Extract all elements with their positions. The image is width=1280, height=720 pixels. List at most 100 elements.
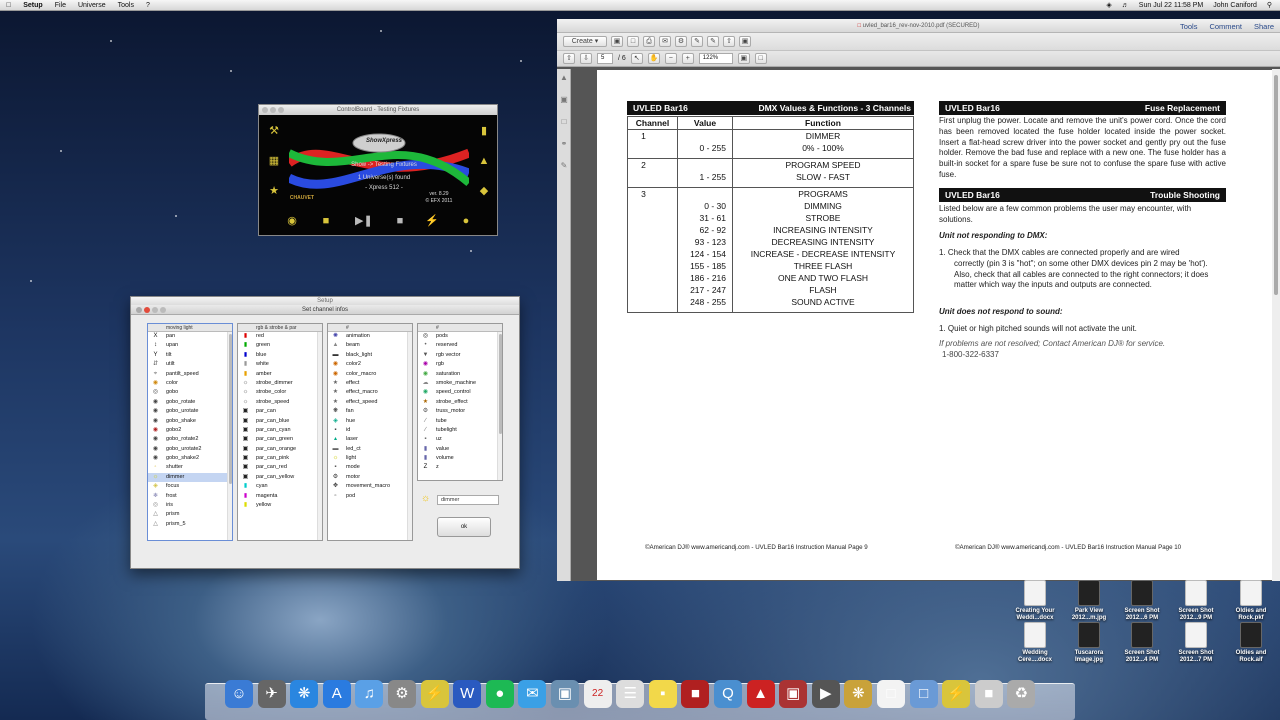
settings-icon[interactable]: ⚙	[675, 36, 687, 47]
list-item[interactable]: ▫ pod	[328, 492, 412, 501]
list-item[interactable]: ▣ par_can_yellow	[238, 473, 322, 482]
user-name[interactable]: John Caniford	[1213, 0, 1257, 11]
list-item[interactable]: ◎ pods	[418, 332, 502, 341]
desktop-file[interactable]: Oldies and Rock.aif	[1228, 622, 1274, 664]
list-item[interactable]: Xpan	[148, 332, 232, 341]
list-item[interactable]: ☼ dimmer	[148, 472, 232, 483]
channel-name-field[interactable]: dimmer	[437, 495, 499, 505]
wifi-icon[interactable]: ◈	[1106, 0, 1111, 11]
list-item[interactable]: ▮ red	[238, 332, 322, 341]
scrollbar[interactable]	[317, 332, 322, 540]
close-button[interactable]	[262, 107, 268, 113]
select-tool-icon[interactable]: ↖	[630, 53, 643, 64]
list-item[interactable]: ◉ gobo_shake2	[148, 454, 232, 463]
highlight-icon[interactable]: ✎	[707, 36, 719, 47]
desktop-file[interactable]: Oldies and Rock.pkf	[1228, 580, 1274, 622]
channel-list-moving-light[interactable]: moving light Xpan ↕ upan Ytilt ⇵ utilt ⌖ pantil…	[147, 323, 233, 541]
showxpress-icon-2[interactable]: ⚡	[942, 680, 971, 708]
desktop-file[interactable]: Wedding Cere....docx	[1012, 622, 1058, 664]
zoom-button[interactable]	[278, 107, 284, 113]
trash-icon[interactable]: ▲	[477, 155, 491, 167]
calendar-icon[interactable]: 22	[583, 680, 612, 708]
scrollbar[interactable]	[227, 332, 232, 540]
quicktime-icon[interactable]: Q	[714, 680, 742, 708]
fixtures-icon[interactable]: ▦	[267, 155, 281, 167]
scrollbar[interactable]	[497, 332, 502, 480]
next-page-icon[interactable]: ⇩	[580, 53, 592, 64]
list-item[interactable]: ★ strobe_effect	[418, 398, 502, 407]
play-pause-icon[interactable]: ▶❚	[355, 215, 373, 227]
share-icon[interactable]: ⇧	[723, 36, 735, 47]
desktop-file[interactable]: Screen Shot 2012...4 PM	[1119, 622, 1165, 664]
vertical-scrollbar[interactable]	[1272, 69, 1280, 581]
list-item[interactable]: ▮ volume	[418, 454, 502, 463]
attachment-icon[interactable]: ⚭	[559, 139, 569, 149]
desktop-file[interactable]: Screen Shot 2012...6 PM	[1119, 580, 1165, 622]
stamp-icon[interactable]: ▣	[739, 36, 751, 47]
list-item[interactable]: ▮ amber	[238, 370, 322, 379]
levels-icon[interactable]: ▮	[477, 125, 491, 137]
list-item[interactable]: ▣ par_can_green	[238, 435, 322, 444]
acrobat-icon[interactable]: ▲	[746, 680, 775, 708]
movie-icon[interactable]: ▶	[811, 680, 840, 708]
desktop-file[interactable]: Screen Shot 2012...9 PM	[1173, 580, 1219, 622]
list-item[interactable]: △ prism_5	[148, 520, 232, 529]
desktop-file[interactable]: Park View 2012...m.jpg	[1066, 580, 1112, 622]
list-item[interactable]: ▮ cyan	[238, 482, 322, 491]
pages-icon[interactable]: ▣	[559, 95, 569, 105]
list-item[interactable]: ▮ magenta	[238, 492, 322, 501]
menu-setup[interactable]: Setup	[17, 0, 48, 11]
spotify-icon[interactable]: ●	[485, 680, 514, 708]
list-item[interactable]: ★ effect	[328, 379, 412, 388]
list-item[interactable]: ❄ frost	[148, 492, 232, 501]
fixture-icon[interactable]: ❋	[844, 680, 873, 708]
disc-icon[interactable]: ◉	[285, 215, 299, 227]
itunes-icon[interactable]: ♫	[355, 680, 384, 708]
lightning-icon[interactable]: ⚡	[425, 215, 439, 227]
list-item[interactable]: ◉ gobo_shake	[148, 417, 232, 426]
hand-tool-icon[interactable]: ✋	[647, 53, 660, 64]
preview-icon[interactable]: ▣	[551, 680, 579, 708]
word-icon[interactable]: W	[453, 680, 482, 708]
list-item[interactable]: ▬ black_light	[328, 351, 412, 360]
apple-menu-icon[interactable]: 	[0, 0, 17, 11]
list-item[interactable]: ◈ hue	[328, 417, 412, 426]
channel-list-misc-1[interactable]: # ✺ animation ▲ beam ▬ black_light ◉ color2 ◉ col…	[327, 323, 413, 541]
list-item[interactable]: ▣ par_can	[238, 407, 322, 416]
list-item[interactable]: • reserved	[418, 341, 502, 350]
page-number-field[interactable]: 5	[597, 53, 613, 64]
messages-icon[interactable]: ✉	[518, 680, 547, 708]
trash-icon[interactable]: ♻	[1007, 680, 1036, 708]
zoom-out-icon[interactable]: −	[664, 53, 677, 64]
list-item[interactable]: ◉ gobo2	[148, 426, 232, 435]
list-item[interactable]: ☼ strobe_dimmer	[238, 379, 322, 388]
list-item[interactable]: ▼ rgb vector	[418, 351, 502, 360]
close-button[interactable]	[144, 307, 150, 313]
list-item[interactable]: ❋ fan	[328, 407, 412, 416]
stop-icon[interactable]: ■	[393, 215, 407, 227]
list-item[interactable]: ◈ focus	[148, 482, 232, 491]
menu-tools[interactable]: Tools	[112, 0, 140, 11]
drive-icon[interactable]: ■	[974, 680, 1003, 708]
list-item[interactable]: ▣ par_can_cyan	[238, 426, 322, 435]
showxpress-icon[interactable]: ⚡	[420, 680, 449, 708]
create-button[interactable]: Create ▾	[563, 36, 607, 47]
zoom-field[interactable]: 122%	[698, 53, 733, 64]
ok-button[interactable]: ok	[437, 517, 491, 537]
list-item[interactable]: ◦ shutter	[148, 463, 232, 472]
stickies-icon[interactable]: ▪	[648, 680, 677, 708]
list-item[interactable]: ◉ gobo_urotate2	[148, 445, 232, 454]
channel-list-rgb-strobe-par[interactable]: rgb & strobe & par ▮ red ▮ green ▮ blue ▮ white…	[237, 323, 323, 541]
folder-icon[interactable]: □	[909, 680, 938, 708]
finder-icon[interactable]: ☺	[225, 680, 253, 708]
clock[interactable]: Sun Jul 22 11:58 PM	[1139, 0, 1203, 11]
scrollbar[interactable]	[407, 332, 412, 540]
list-item[interactable]: ☼ strobe_color	[238, 388, 322, 397]
list-item[interactable]: ◉ color_macro	[328, 370, 412, 379]
minimize-button[interactable]	[270, 107, 276, 113]
list-item[interactable]: ▮ yellow	[238, 501, 322, 510]
desktop-file[interactable]: Tuscarora Image.jpg	[1066, 622, 1112, 664]
list-item[interactable]: ◉ gobo_rotate2	[148, 435, 232, 444]
menu-universe[interactable]: Universe	[72, 0, 112, 11]
comment-link[interactable]: Comment	[1209, 21, 1242, 33]
